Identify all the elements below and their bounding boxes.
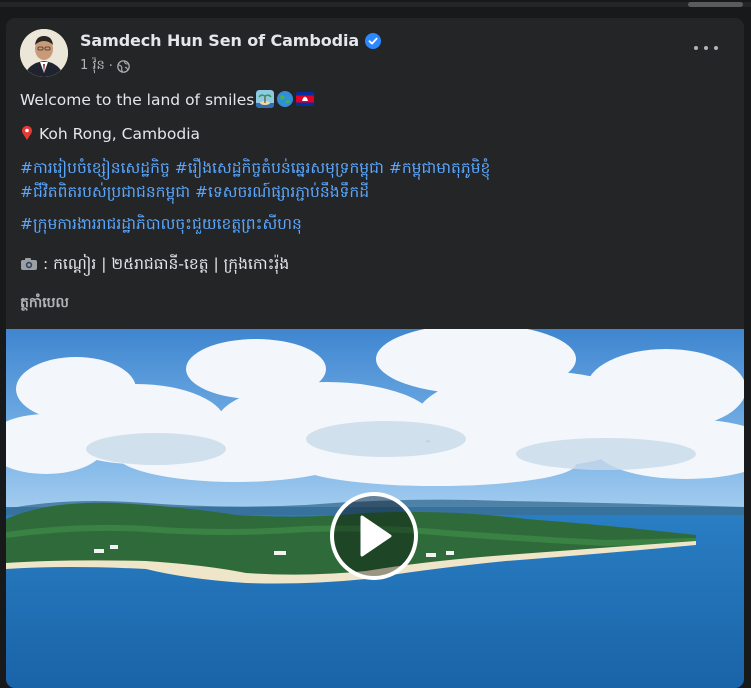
see-translation-link[interactable]: ត្ថកាំបេល	[20, 293, 69, 314]
cambodia-flag-icon	[296, 92, 315, 106]
location-text: Koh Rong, Cambodia	[38, 125, 201, 143]
hashtags-line-3[interactable]: #ក្រុមការងាររាជរដ្ឋាភិបាលចុះជួយខេត្តព្រះ…	[20, 214, 302, 237]
location-pin-icon	[22, 125, 32, 140]
play-button[interactable]	[330, 492, 418, 580]
post-text-line-1: Welcome to the land of smiles	[20, 90, 315, 109]
welcome-text: Welcome to the land of smiles	[20, 91, 255, 109]
video-media[interactable]	[6, 329, 744, 688]
author-name-row: Samdech Hun Sen of Cambodia	[80, 31, 382, 50]
globe-icon[interactable]	[117, 60, 130, 73]
author-avatar[interactable]	[20, 29, 68, 77]
globe-emoji-icon	[277, 91, 294, 107]
post-timestamp[interactable]: 1 វ៉ុន	[80, 57, 105, 76]
hashtags-line-2[interactable]: #ជីវិតពិតរបស់ប្រជាជនកម្ពុជា #ទេសចរណ៍ផ្សា…	[20, 182, 369, 205]
island-emoji-icon	[256, 90, 275, 108]
camera-credit-line: : កណ្តៀរ | ២៥រាជធានី-ខេត្ត | ក្រុងកោះរ៉ុ…	[20, 254, 289, 277]
previous-post-edge	[0, 2, 751, 7]
more-options-icon[interactable]	[694, 40, 718, 56]
verified-badge-icon	[365, 32, 382, 49]
scrollbar-thumb[interactable]	[688, 2, 743, 7]
hashtags-line-1[interactable]: #ការរៀបចំខ្សៀនសេដ្ឋកិច្ច #រឿងសេដ្ឋកិច្ចត…	[20, 158, 490, 181]
avatar-image	[20, 29, 68, 77]
camera-icon	[21, 258, 37, 270]
author-name[interactable]: Samdech Hun Sen of Cambodia	[80, 31, 359, 50]
post-meta: 1 វ៉ុន ·	[80, 57, 130, 76]
camera-credit-text: : កណ្តៀរ | ២៥រាជធានី-ខេត្ត | ក្រុងកោះរ៉ុ…	[42, 255, 290, 273]
play-icon	[360, 515, 392, 557]
location-line: Koh Rong, Cambodia	[20, 125, 200, 143]
post-card: Samdech Hun Sen of Cambodia 1 វ៉ុន · Wel…	[6, 18, 744, 688]
meta-separator: ·	[108, 59, 113, 74]
top-strip	[0, 0, 751, 9]
